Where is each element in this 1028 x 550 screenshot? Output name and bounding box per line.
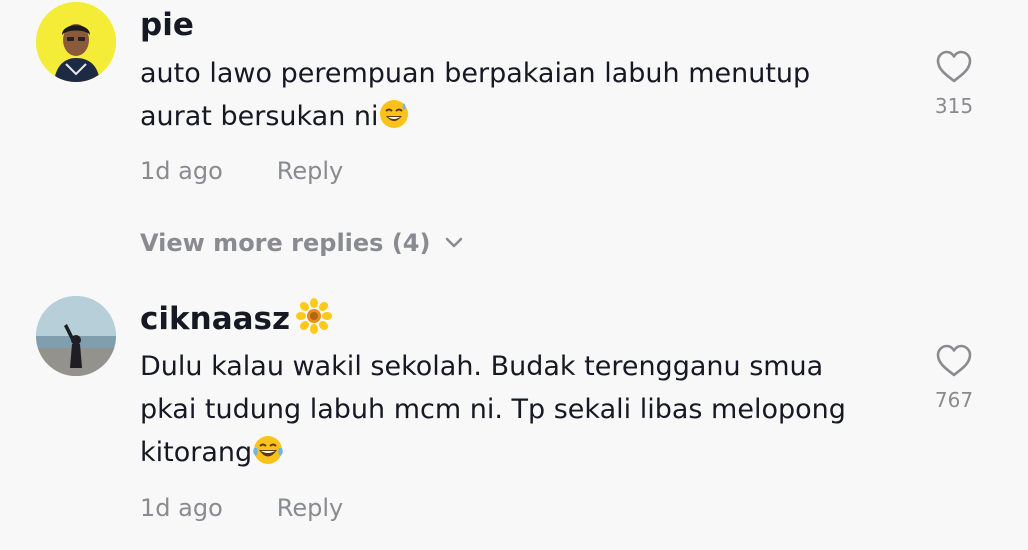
comment-meta: 1d ago Reply xyxy=(140,494,343,522)
heart-icon xyxy=(936,344,972,377)
comment-username[interactable]: ciknaasz xyxy=(140,300,290,338)
like-count: 767 xyxy=(934,388,974,412)
reply-button[interactable]: Reply xyxy=(277,494,343,522)
comment-body: Dulu kalau wakil sekolah. Budak terengga… xyxy=(140,351,846,468)
avatar[interactable] xyxy=(36,296,116,376)
sunflower-emoji xyxy=(296,298,332,338)
comment-time: 1d ago xyxy=(140,494,223,522)
tears-of-joy-emoji xyxy=(252,435,284,478)
like-button[interactable]: 767 xyxy=(928,344,980,412)
comment-text: Dulu kalau wakil sekolah. Budak terengga… xyxy=(140,345,900,478)
comment-item: ciknaasz Dulu kalau wakil sekolah. Budak… xyxy=(0,0,1028,550)
